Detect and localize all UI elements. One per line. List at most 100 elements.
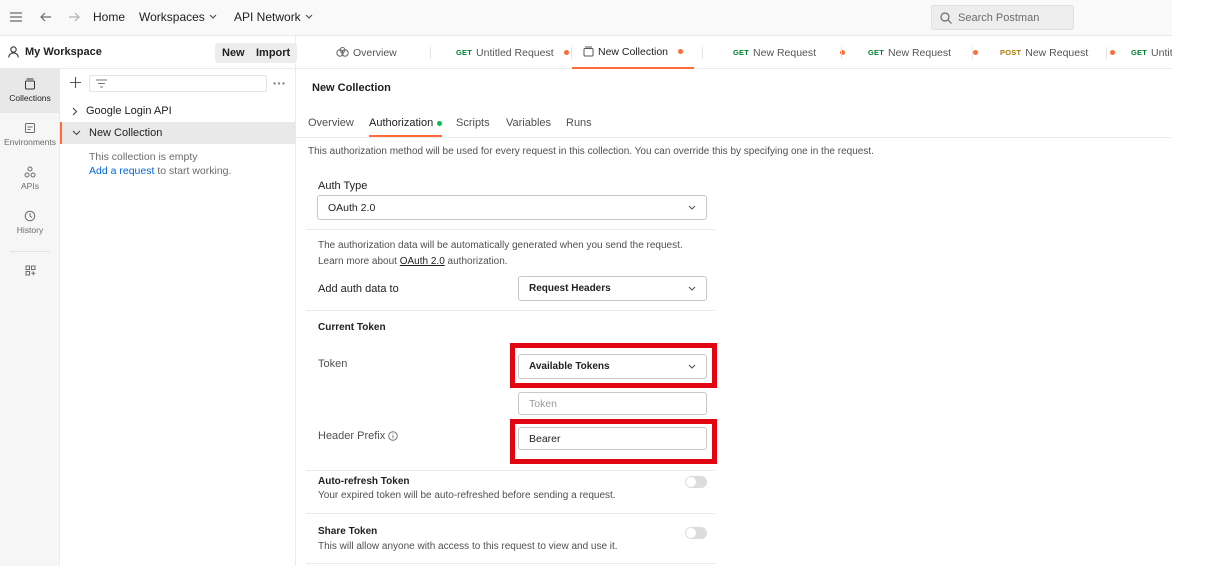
subtab-divider: [296, 137, 1172, 138]
rail-label: Environments: [4, 137, 56, 147]
method-badge: GET: [733, 48, 750, 57]
chevron-down-icon: [688, 364, 696, 369]
subtab-variables[interactable]: Variables: [506, 117, 551, 129]
chevron-down-icon: [305, 14, 313, 19]
subtab-authorization[interactable]: Authorization: [369, 117, 443, 137]
token-placeholder: Token: [529, 397, 558, 410]
header-prefix-label: Header Prefix: [318, 430, 399, 442]
tab-label: Untitled Request: [476, 46, 554, 59]
tab-untitled-overflow[interactable]: GET Untitle: [1131, 36, 1172, 69]
rail-collections[interactable]: Collections: [0, 69, 60, 113]
method-badge: GET: [868, 48, 885, 57]
rail-label: History: [16, 225, 44, 235]
chevron-down-icon: [209, 14, 217, 19]
home-label: Home: [93, 10, 126, 24]
tab-new-collection[interactable]: New Collection: [572, 36, 694, 69]
home-link[interactable]: Home: [93, 10, 125, 24]
page-title[interactable]: New Collection: [312, 82, 391, 94]
share-token-title: Share Token: [318, 526, 378, 537]
tab-label: New Request: [753, 46, 817, 59]
oauth-docs-link[interactable]: OAuth 2.0: [400, 256, 445, 267]
forward-arrow-icon[interactable]: [68, 11, 80, 23]
tab-label: New Request: [1025, 46, 1089, 59]
workspace-title[interactable]: My Workspace: [8, 46, 102, 58]
add-request-link[interactable]: Add a request: [89, 165, 154, 177]
collection-new-collection[interactable]: New Collection: [60, 122, 296, 144]
tab-label: Untitle: [1151, 46, 1172, 59]
method-badge: GET: [456, 48, 473, 57]
rail-apis[interactable]: APIs: [0, 166, 60, 191]
tab-overview[interactable]: Overview: [336, 36, 397, 69]
api-network-menu[interactable]: API Network: [234, 10, 313, 24]
collections-sidebar: Google Login API New Collection This col…: [60, 69, 296, 566]
tab-label: New Collection: [597, 45, 669, 58]
token-label: Token: [318, 358, 348, 370]
unsaved-dot: [563, 50, 569, 55]
tab-divider: [1106, 47, 1107, 59]
tab-label: Overview: [353, 46, 397, 59]
section-divider: [306, 513, 716, 514]
subtab-scripts[interactable]: Scripts: [456, 117, 490, 129]
subtab-runs[interactable]: Runs: [566, 117, 592, 129]
add-request-suffix: to start working.: [157, 165, 232, 177]
auth-type-label: Auth Type: [318, 180, 368, 192]
section-divider: [306, 229, 716, 230]
share-token-desc: This will allow anyone with access to th…: [318, 541, 618, 552]
unsaved-dot: [973, 50, 979, 55]
add-auth-label: Add auth data to: [318, 283, 399, 295]
collection-name: Google Login API: [86, 105, 172, 117]
add-request-hint: Add a request to start working.: [89, 165, 231, 177]
auto-refresh-desc: Your expired token will be auto-refreshe…: [318, 490, 616, 501]
collection-name: New Collection: [89, 127, 163, 139]
search-box[interactable]: Search Postman: [931, 5, 1074, 30]
collection-google-login-api[interactable]: Google Login API: [60, 100, 296, 122]
add-auth-select[interactable]: Request Headers: [518, 276, 707, 301]
info-prefix: Learn more about: [318, 256, 397, 267]
method-badge: GET: [1131, 48, 1148, 57]
workspaces-menu[interactable]: Workspaces: [139, 10, 217, 24]
tab-divider: [972, 47, 973, 59]
subtab-overview[interactable]: Overview: [308, 117, 354, 129]
info-icon: [388, 431, 399, 441]
tab-divider: [702, 47, 703, 59]
rail-divider: [10, 251, 50, 252]
collections-icon: [25, 78, 35, 90]
method-badge: POST: [1000, 48, 1022, 57]
chevron-down-icon: [688, 286, 696, 291]
section-divider: [306, 563, 716, 564]
tab-divider: [841, 47, 842, 59]
auth-description: This authorization method will be used f…: [308, 146, 874, 157]
top-bar: Home Workspaces API Network Search Postm…: [0, 0, 1172, 36]
header-prefix-input[interactable]: Bearer: [518, 427, 707, 450]
auto-refresh-toggle[interactable]: [685, 476, 707, 488]
tab-new-request-2[interactable]: GET New Request: [868, 36, 979, 69]
apis-icon: [24, 166, 36, 178]
share-token-toggle[interactable]: [685, 527, 707, 539]
filter-input[interactable]: [89, 75, 267, 92]
chevron-down-icon: [72, 130, 81, 136]
more-options-icon[interactable]: [273, 82, 285, 85]
unsaved-dot: [1110, 50, 1116, 55]
menu-icon[interactable]: [10, 12, 22, 22]
rail-environments[interactable]: Environments: [0, 122, 60, 147]
search-placeholder: Search Postman: [958, 11, 1040, 24]
available-tokens-select[interactable]: Available Tokens: [518, 354, 707, 379]
tab-divider: [430, 47, 431, 59]
add-collection-icon[interactable]: [70, 77, 81, 88]
auth-info-line2: Learn more about OAuth 2.0 authorization…: [318, 256, 508, 267]
back-arrow-icon[interactable]: [40, 11, 52, 23]
import-button[interactable]: Import: [249, 43, 298, 63]
rail-history[interactable]: History: [0, 210, 60, 235]
auth-type-select[interactable]: OAuth 2.0: [317, 195, 707, 220]
api-network-label: API Network: [234, 10, 301, 24]
rail-add-apps[interactable]: [0, 265, 60, 276]
new-button[interactable]: New: [215, 43, 252, 63]
subtab-label: Authorization: [369, 117, 434, 129]
rail-label: APIs: [21, 181, 39, 191]
empty-collection-text: This collection is empty: [89, 151, 198, 163]
tab-new-request-3[interactable]: POST New Request: [1000, 36, 1116, 69]
rail-label: Collections: [9, 93, 51, 103]
token-input[interactable]: Token: [518, 392, 707, 415]
tab-new-request-1[interactable]: GET New Request: [733, 36, 846, 69]
tab-untitled-request[interactable]: GET Untitled Request: [456, 36, 569, 69]
